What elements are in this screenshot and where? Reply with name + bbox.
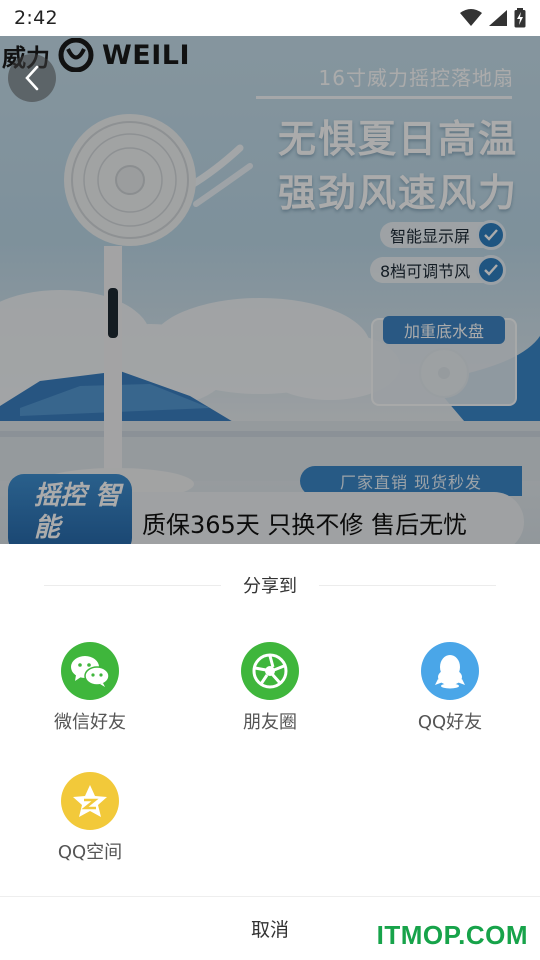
divider [319,584,496,586]
product-banner[interactable]: 威力 WEILI 16寸威力摇控落地扇 无惧夏日高温 强劲风速风力 智能显示屏 … [0,36,540,544]
share-title: 分享到 [243,576,297,597]
qq-icon [421,642,479,700]
share-target-label: 朋友圈 [243,712,297,733]
share-qzone[interactable]: QQ空间 [30,772,150,872]
divider [44,584,221,586]
share-moments[interactable]: 朋友圈 [210,642,330,742]
status-time: 2:42 [14,7,58,29]
dim-overlay [0,36,540,544]
chevron-left-icon [25,65,39,91]
share-target-label: 微信好友 [54,712,126,733]
share-target-label: QQ好友 [417,712,483,733]
site-watermark: ITMOP.COM [376,920,528,950]
back-button[interactable] [8,54,56,102]
share-title-row: 分享到 [44,570,496,600]
status-bar: 2:42 [0,0,540,36]
share-qq-friend[interactable]: QQ好友 [390,642,510,742]
cell-signal-icon [489,10,507,26]
status-icons [460,8,526,28]
moments-icon [241,642,299,700]
wechat-icon [61,642,119,700]
wifi-icon [460,9,482,26]
battery-icon [514,8,526,28]
qzone-icon [61,772,119,830]
share-wechat-friend[interactable]: 微信好友 [30,642,150,742]
share-target-label: QQ空间 [57,842,123,863]
share-sheet: 分享到 微信好友 朋友圈 QQ好友 QQ空间 取消 [0,544,540,960]
